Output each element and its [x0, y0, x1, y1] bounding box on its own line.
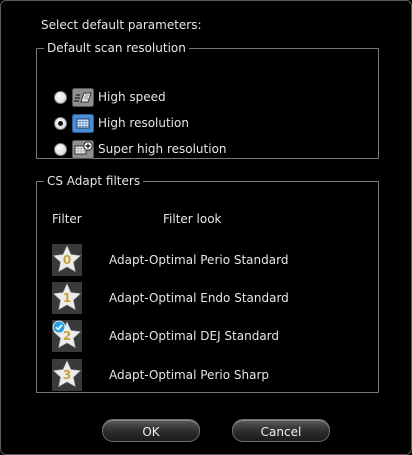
- high-resolution-icon: [72, 113, 94, 133]
- high-speed-icon: [72, 87, 94, 107]
- radio-super-high-resolution[interactable]: Super high resolution: [54, 138, 227, 160]
- cs-adapt-filters-legend: CS Adapt filters: [47, 174, 141, 188]
- filter-label: Adapt-Optimal Perio Sharp: [109, 368, 269, 382]
- star-3-number: 3: [63, 368, 71, 382]
- super-high-resolution-label: Super high resolution: [98, 142, 227, 156]
- filter-label: Adapt-Optimal DEJ Standard: [109, 329, 280, 343]
- star-3-icon: 3: [52, 359, 82, 391]
- radio-high-resolution[interactable]: High resolution: [54, 112, 189, 134]
- filter-item-dej-standard[interactable]: 2 Adapt-Optimal DEJ Standard: [52, 320, 279, 352]
- radio-high-speed[interactable]: High speed: [54, 86, 166, 108]
- star-1-number: 1: [63, 291, 71, 305]
- star-0-number: 0: [63, 253, 71, 267]
- star-1-icon: 1: [52, 282, 82, 314]
- default-parameters-dialog: Select default parameters: Default scan …: [0, 0, 412, 455]
- filter-label: Adapt-Optimal Endo Standard: [109, 291, 289, 305]
- star-0-icon: 0: [52, 244, 82, 276]
- star-2-number: 2: [63, 329, 71, 343]
- filter-label: Adapt-Optimal Perio Standard: [109, 253, 289, 267]
- high-resolution-radio[interactable]: [54, 116, 67, 130]
- super-high-resolution-radio[interactable]: [54, 142, 67, 156]
- filter-item-perio-sharp[interactable]: 3 Adapt-Optimal Perio Sharp: [52, 359, 269, 391]
- cancel-button[interactable]: Cancel: [232, 419, 330, 442]
- filter-look-column-header: Filter look: [163, 212, 222, 226]
- star-2-icon: 2: [52, 320, 82, 352]
- cs-adapt-filters-group: CS Adapt filters Filter Filter look 0 Ad…: [36, 174, 379, 393]
- high-speed-label: High speed: [98, 90, 166, 104]
- filter-item-endo-standard[interactable]: 1 Adapt-Optimal Endo Standard: [52, 282, 289, 314]
- scan-resolution-legend: Default scan resolution: [47, 41, 186, 55]
- high-speed-radio[interactable]: [54, 90, 67, 104]
- dialog-prompt: Select default parameters:: [41, 18, 202, 32]
- filter-item-perio-standard[interactable]: 0 Adapt-Optimal Perio Standard: [52, 244, 288, 276]
- filter-column-header: Filter: [52, 212, 82, 226]
- scan-resolution-group: Default scan resolution High speed High …: [36, 41, 379, 159]
- ok-button[interactable]: OK: [102, 419, 200, 442]
- selected-check-icon: [52, 320, 66, 334]
- high-resolution-label: High resolution: [98, 116, 189, 130]
- super-high-resolution-icon: [72, 139, 94, 159]
